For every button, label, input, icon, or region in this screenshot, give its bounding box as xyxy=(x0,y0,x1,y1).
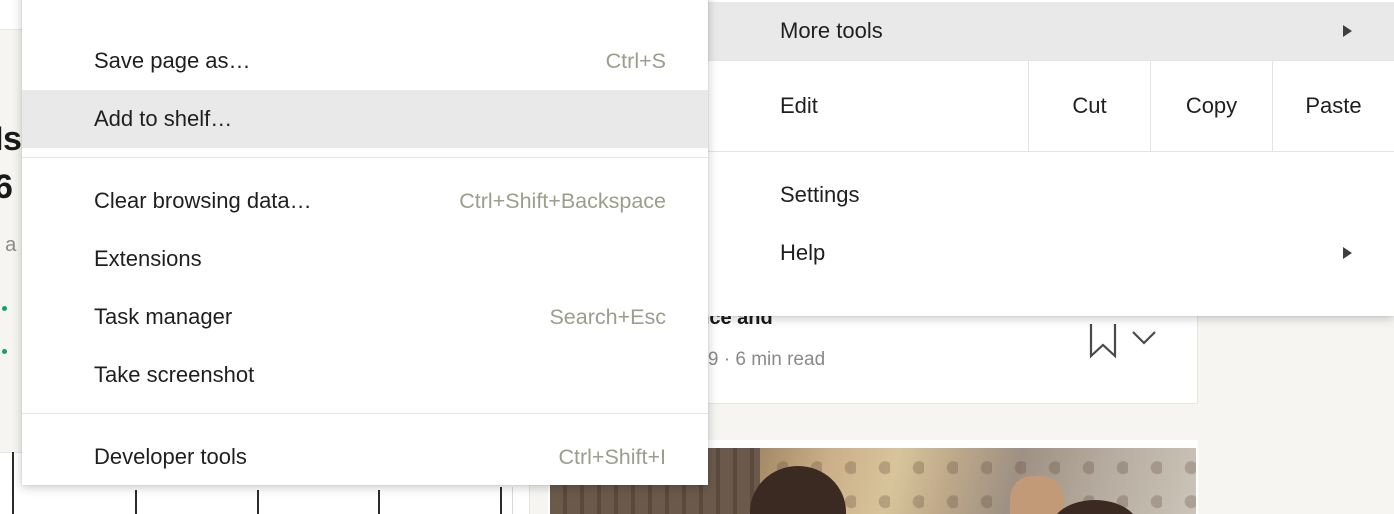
menu-item-label: Add to shelf… xyxy=(94,106,233,131)
menu-item-extensions[interactable]: Extensions xyxy=(22,230,708,288)
edit-row-label: Edit xyxy=(780,93,818,118)
list-bullet xyxy=(2,349,7,354)
more-tools-submenu[interactable]: Save page as… Ctrl+S Add to shelf… Clear… xyxy=(22,0,708,485)
menu-item-developer-tools[interactable]: Developer tools Ctrl+Shift+I xyxy=(22,428,708,486)
submenu-arrow-icon xyxy=(1343,247,1352,259)
screen: Is 6 f a s ( …ance and ov 19 · 6 min rea… xyxy=(0,0,1394,514)
page-body-fragment: f a xyxy=(0,234,17,256)
menu-item-add-to-shelf[interactable]: Add to shelf… xyxy=(22,90,708,148)
menu-item-label: Take screenshot xyxy=(94,362,255,387)
divider-tick xyxy=(135,490,137,514)
divider-tick xyxy=(378,490,380,514)
menu-item-help[interactable]: Help xyxy=(708,224,1394,282)
divider-tick xyxy=(512,487,513,514)
list-bullet xyxy=(2,306,7,311)
menu-edit-row: Edit Cut Copy Paste xyxy=(708,61,1394,151)
menu-item-label: Developer tools xyxy=(94,444,247,469)
menu-item-label: Help xyxy=(780,240,826,265)
menu-item-label: Clear browsing data… xyxy=(94,188,312,213)
menu-item-take-screenshot[interactable]: Take screenshot xyxy=(22,346,708,404)
menu-item-more-tools[interactable]: More tools xyxy=(708,2,1394,60)
chevron-down-icon[interactable] xyxy=(1130,328,1158,348)
page-heading-1: Is xyxy=(0,120,22,158)
menu-item-shortcut: Ctrl+Shift+Backspace xyxy=(459,188,666,213)
menu-item-save-page-as[interactable]: Save page as… Ctrl+S xyxy=(22,32,708,90)
paste-button[interactable]: Paste xyxy=(1272,61,1394,151)
copy-button[interactable]: Copy xyxy=(1150,61,1272,151)
divider-tick xyxy=(500,487,502,514)
menu-item-label: Save page as… xyxy=(94,48,251,73)
menu-separator xyxy=(708,151,1394,152)
cut-button[interactable]: Cut xyxy=(1028,61,1150,151)
bookmark-icon[interactable] xyxy=(1088,322,1118,360)
chrome-main-menu[interactable]: Find… Ctrl+F More tools Edit Cut Copy Pa… xyxy=(708,0,1394,316)
divider-tick xyxy=(257,490,259,514)
submenu-arrow-icon xyxy=(1343,25,1352,37)
menu-item-shortcut: Ctrl+Shift+I xyxy=(558,444,666,469)
menu-item-shortcut: Ctrl+S xyxy=(605,48,666,73)
menu-item-task-manager[interactable]: Task manager Search+Esc xyxy=(22,288,708,346)
menu-item-label: Settings xyxy=(780,182,860,207)
menu-separator xyxy=(22,157,708,158)
menu-item-clear-browsing-data[interactable]: Clear browsing data… Ctrl+Shift+Backspac… xyxy=(22,172,708,230)
divider-tick xyxy=(12,452,14,514)
menu-separator xyxy=(22,413,708,414)
menu-item-label: More tools xyxy=(780,18,883,43)
menu-item-shortcut: Search+Esc xyxy=(549,304,666,329)
page-heading-2: 6 xyxy=(0,168,13,206)
menu-item-settings[interactable]: Settings xyxy=(708,166,1394,224)
menu-item-label: Task manager xyxy=(94,304,233,329)
menu-item-label: Extensions xyxy=(94,246,202,271)
